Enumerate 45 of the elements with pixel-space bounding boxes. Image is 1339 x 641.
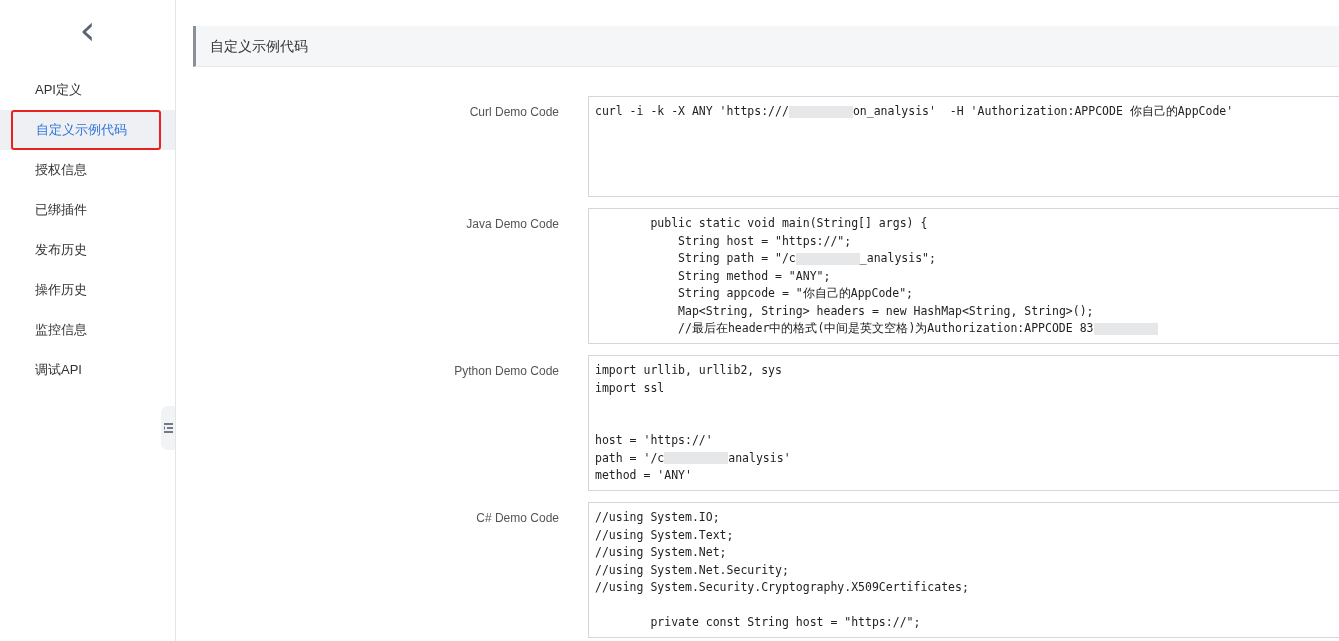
code-line: import ssl xyxy=(595,379,665,397)
code-line: //using System.Security.Cryptography.X509Certificates; xyxy=(595,579,969,596)
sidebar-item[interactable]: 监控信息 xyxy=(0,310,87,350)
code-box[interactable]: import urllib, urllib2, sys import ssl host = 'https://' path = '/c analysis' method = 'ANY' xyxy=(588,355,1339,491)
sidebar-item[interactable]: 自定义示例代码 xyxy=(11,110,161,150)
back-button[interactable]: ‹ xyxy=(79,12,96,48)
code-line: //using System.IO; xyxy=(595,509,720,526)
redaction-blur xyxy=(664,452,729,465)
code-line: method = 'ANY' xyxy=(595,467,692,484)
collapse-handle[interactable] xyxy=(161,406,175,450)
sidebar-item[interactable]: 发布历史 xyxy=(0,230,87,270)
code-line: String appcode = "你自己的AppCode"; xyxy=(677,285,914,302)
field-label: Python Demo Code xyxy=(454,363,559,380)
sidebar-item[interactable]: 操作历史 xyxy=(0,270,87,310)
code-line: String host = "https://"; xyxy=(677,232,852,250)
code-line: import urllib, urllib2, sys xyxy=(595,362,782,379)
code-line: _analysis"; xyxy=(859,250,936,267)
code-line: public static void main(String[] args) { xyxy=(649,215,928,232)
code-line: //using System.Net.Security; xyxy=(595,561,789,579)
code-line: curl -i -k -X ANY 'https:/// xyxy=(595,103,789,120)
section-title: 自定义示例代码 xyxy=(210,36,308,56)
field-label: Java Demo Code xyxy=(466,216,559,233)
code-box[interactable]: curl -i -k -X ANY 'https:/// on_analysis' -H 'Authorization:APPCODE 你自己的AppCode' xyxy=(588,96,1339,197)
code-box[interactable]: //using System.IO; //using System.Text; //using System.Net; //using System.Net.Security; //using System.Security.Cryptography.X509Certificates; private const String host = "https://"; xyxy=(588,502,1339,638)
redaction-blur xyxy=(788,105,853,118)
sidebar-item[interactable]: API定义 xyxy=(0,70,82,110)
menu-icon xyxy=(163,423,173,433)
code-line: path = '/c xyxy=(595,449,665,467)
code-line: Map<String, String> headers = new HashMap<String, String>(); xyxy=(677,302,1094,320)
code-line: //最后在header中的格式(中间是英文空格)为Authorization:APPCODE 83 xyxy=(677,320,1094,337)
code-line: on_analysis' -H 'Authorization:APPCODE 你自己的AppCode' xyxy=(852,103,1234,120)
field-label: Curl Demo Code xyxy=(469,104,559,121)
sidebar-item[interactable]: 调试API xyxy=(0,350,82,390)
code-line: String path = "/c xyxy=(677,250,796,267)
field-label: C# Demo Code xyxy=(476,510,559,527)
code-line: private const String host = "https://"; xyxy=(649,614,921,631)
code-line: String method = "ANY"; xyxy=(677,267,831,285)
code-line: //using System.Text; xyxy=(595,526,734,544)
sidebar-item[interactable]: 已绑插件 xyxy=(0,190,87,230)
code-line: //using System.Net; xyxy=(595,544,727,561)
code-line: analysis' xyxy=(728,449,791,467)
redaction-blur xyxy=(795,252,860,265)
code-line: host = 'https://' xyxy=(595,432,713,449)
sidebar-item[interactable]: 授权信息 xyxy=(0,150,87,190)
code-box[interactable] xyxy=(588,208,1339,344)
